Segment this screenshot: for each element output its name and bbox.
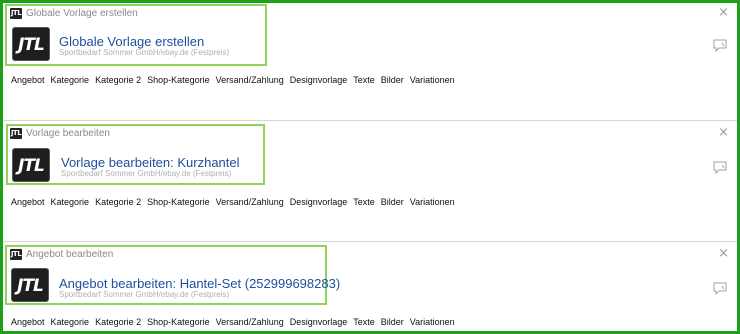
tab-bilder[interactable]: Bilder [378, 315, 407, 331]
tab-variationen[interactable]: Variationen [407, 73, 458, 89]
tab-kategorie-2[interactable]: Kategorie 2 [92, 195, 144, 211]
tab-variationen[interactable]: Variationen [407, 195, 458, 211]
page-title: Vorlage bearbeiten: Kurzhantel [61, 155, 240, 170]
close-icon[interactable]: × [718, 5, 729, 20]
page-title: Globale Vorlage erstellen [59, 34, 205, 49]
tab-versand-zahlung[interactable]: Versand/Zahlung [213, 195, 287, 211]
page-subtitle: Sportbedarf Sommer GmbH/ebay.de (Festpre… [59, 290, 230, 299]
tab-designvorlage[interactable]: Designvorlage [287, 73, 351, 89]
panel-global-template: JTL Globale Vorlage erstellen × JTL Glob… [3, 3, 737, 119]
tab-bilder[interactable]: Bilder [378, 73, 407, 89]
tab-kategorie[interactable]: Kategorie [48, 73, 93, 89]
tab-designvorlage[interactable]: Designvorlage [287, 315, 351, 331]
page-subtitle: Sportbedarf Sommer GmbH/ebay.de (Festpre… [59, 48, 230, 57]
tab-versand-zahlung[interactable]: Versand/Zahlung [213, 315, 287, 331]
tab-shop-kategorie[interactable]: Shop-Kategorie [144, 195, 213, 211]
comment-icon[interactable] [713, 39, 727, 52]
close-icon[interactable]: × [718, 246, 729, 261]
tab-bar: Angebot Kategorie Kategorie 2 Shop-Kateg… [8, 73, 458, 89]
tab-texte[interactable]: Texte [350, 315, 378, 331]
panel-divider [3, 120, 737, 121]
tab-kategorie[interactable]: Kategorie [48, 315, 93, 331]
tab-angebot[interactable]: Angebot [8, 315, 48, 331]
panel-divider [3, 241, 737, 242]
tab-kategorie[interactable]: Kategorie [48, 195, 93, 211]
tab-angebot[interactable]: Angebot [8, 195, 48, 211]
tab-angebot[interactable]: Angebot [8, 73, 48, 89]
close-icon[interactable]: × [718, 125, 729, 140]
comment-icon[interactable] [713, 161, 727, 174]
tab-bilder[interactable]: Bilder [378, 195, 407, 211]
tab-variationen[interactable]: Variationen [407, 315, 458, 331]
jtl-logo-icon: JTL [11, 268, 49, 302]
tab-bar: Angebot Kategorie Kategorie 2 Shop-Kateg… [8, 315, 458, 331]
jtl-logo-icon: JTL [12, 27, 50, 61]
panel-edit-offer: JTL Angebot bearbeiten × JTL Angebot bea… [3, 244, 737, 331]
tab-shop-kategorie[interactable]: Shop-Kategorie [144, 315, 213, 331]
jtl-logo-icon: JTL [12, 148, 50, 182]
page-title: Angebot bearbeiten: Hantel-Set (25299969… [59, 276, 341, 291]
tab-shop-kategorie[interactable]: Shop-Kategorie [144, 73, 213, 89]
tab-texte[interactable]: Texte [350, 195, 378, 211]
comment-icon[interactable] [713, 282, 727, 295]
page-subtitle: Sportbedarf Sommer GmbH/ebay.de (Festpre… [61, 169, 232, 178]
tab-texte[interactable]: Texte [350, 73, 378, 89]
tab-designvorlage[interactable]: Designvorlage [287, 195, 351, 211]
tab-kategorie-2[interactable]: Kategorie 2 [92, 73, 144, 89]
tab-bar: Angebot Kategorie Kategorie 2 Shop-Kateg… [8, 195, 458, 211]
tab-kategorie-2[interactable]: Kategorie 2 [92, 315, 144, 331]
tab-versand-zahlung[interactable]: Versand/Zahlung [213, 73, 287, 89]
panel-edit-template: JTL Vorlage bearbeiten × JTL Vorlage bea… [3, 123, 737, 239]
